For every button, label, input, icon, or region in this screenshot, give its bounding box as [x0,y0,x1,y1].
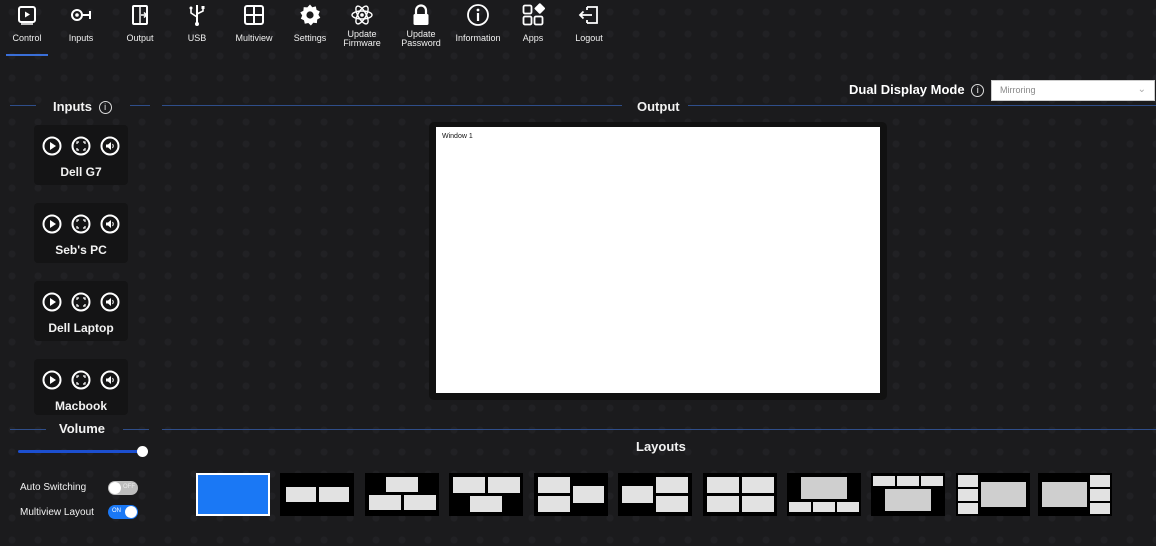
input-name: Seb's PC [55,243,107,257]
divider [10,105,36,106]
nav-label: Update Firmware [343,29,381,48]
layouts-section-title: Layouts [636,439,686,454]
nav-output[interactable]: Output [122,0,158,58]
play-icon[interactable] [42,214,62,234]
volume-slider-track[interactable] [18,450,144,453]
input-card-macbook[interactable]: Macbook [34,359,128,415]
layout-main-top-three[interactable] [871,473,945,516]
play-icon[interactable] [42,370,62,390]
input-card-sebs-pc[interactable]: Seb's PC [34,203,128,263]
input-name: Macbook [54,399,107,413]
dual-display-mode-label: Dual Display Mode i [849,82,985,97]
divider [130,105,150,106]
nav-label: Apps [522,33,544,43]
top-navigation: Control Inputs Output USB Multiview Sett… [0,0,1156,58]
toggle-state-text: OFF [123,484,135,490]
nav-logout[interactable]: Logout [572,0,606,58]
layout-single[interactable] [196,473,270,516]
nav-label: Logout [575,33,603,43]
divider [162,105,622,106]
multiview-layout-toggle[interactable]: ON [108,505,138,519]
inputs-section-title: Inputs i [53,99,112,114]
layout-side-by-side[interactable] [280,473,354,516]
layout-main-right-three[interactable] [1038,473,1112,516]
dual-display-mode-value: Mirroring [1000,85,1036,95]
nav-information[interactable]: Information [452,0,504,58]
input-plug-icon [69,3,93,27]
input-name: Dell G7 [60,165,102,179]
output-window[interactable]: Window 1 [436,127,880,393]
dual-display-mode-select[interactable]: Mirroring ⌄ [991,80,1155,101]
volume-icon[interactable] [100,214,120,234]
divider [123,429,149,430]
lock-icon [409,3,433,27]
grid-icon [242,3,266,27]
layout-main-left-three[interactable] [956,473,1030,516]
nav-label: Control [12,33,42,43]
info-icon[interactable]: i [98,101,112,114]
nav-usb[interactable]: USB [182,0,212,58]
nav-label: Information [455,33,501,43]
play-icon[interactable] [42,292,62,312]
fullscreen-icon[interactable] [71,214,91,234]
volume-section-title: Volume [59,421,105,436]
layout-left-stack[interactable] [534,473,608,516]
input-card-dell-g7[interactable]: Dell G7 [34,125,128,185]
fullscreen-icon[interactable] [71,136,91,156]
active-tab-indicator [6,54,48,56]
gear-icon [298,3,322,27]
nav-label: Inputs [68,33,94,43]
nav-multiview[interactable]: Multiview [230,0,278,58]
layout-main-bottom-three[interactable] [787,473,861,516]
toggle-knob [125,506,137,518]
divider [162,429,1156,430]
multiview-layout-label: Multiview Layout [20,507,94,518]
volume-icon[interactable] [100,136,120,156]
volume-icon[interactable] [100,370,120,390]
volume-slider-thumb[interactable] [137,446,148,457]
divider [10,429,46,430]
nav-settings[interactable]: Settings [290,0,330,58]
nav-update-password[interactable]: Update Password [398,0,444,58]
auto-switching-label: Auto Switching [20,482,87,493]
nav-update-firmware[interactable]: Update Firmware [340,0,384,58]
output-section-title: Output [637,99,680,114]
play-icon[interactable] [42,136,62,156]
nav-label: Settings [293,33,327,43]
auto-switching-toggle[interactable]: OFF [108,481,138,495]
input-card-dell-laptop[interactable]: Dell Laptop [34,281,128,341]
nav-control[interactable]: Control [6,0,48,58]
chevron-down-icon: ⌄ [1137,84,1146,95]
fullscreen-icon[interactable] [71,370,91,390]
layout-right-stack[interactable] [618,473,692,516]
logout-icon [577,3,601,27]
output-arrow-icon [128,3,152,27]
nav-label: Output [126,33,154,43]
atom-icon [350,3,374,27]
info-icon [466,3,490,27]
usb-icon [185,3,209,27]
nav-label: USB [187,33,207,43]
nav-apps[interactable]: Apps [518,0,548,58]
volume-icon[interactable] [100,292,120,312]
info-icon[interactable]: i [971,84,985,97]
nav-inputs[interactable]: Inputs [64,0,98,58]
dual-display-mode-text: Dual Display Mode [849,82,965,97]
nav-label: Multiview [235,33,273,43]
layout-pyramid-top[interactable] [365,473,439,516]
input-name: Dell Laptop [48,321,114,335]
nav-label: Update Password [401,29,441,48]
layout-pyramid-bottom[interactable] [449,473,523,516]
layout-quad[interactable] [703,473,777,516]
apps-icon [521,3,545,27]
window-label: Window 1 [442,133,473,140]
fullscreen-icon[interactable] [71,292,91,312]
divider [688,105,1156,106]
inputs-title-text: Inputs [53,99,92,114]
toggle-knob [109,482,121,494]
play-screen-icon [15,3,39,27]
toggle-state-text: ON [112,508,121,514]
